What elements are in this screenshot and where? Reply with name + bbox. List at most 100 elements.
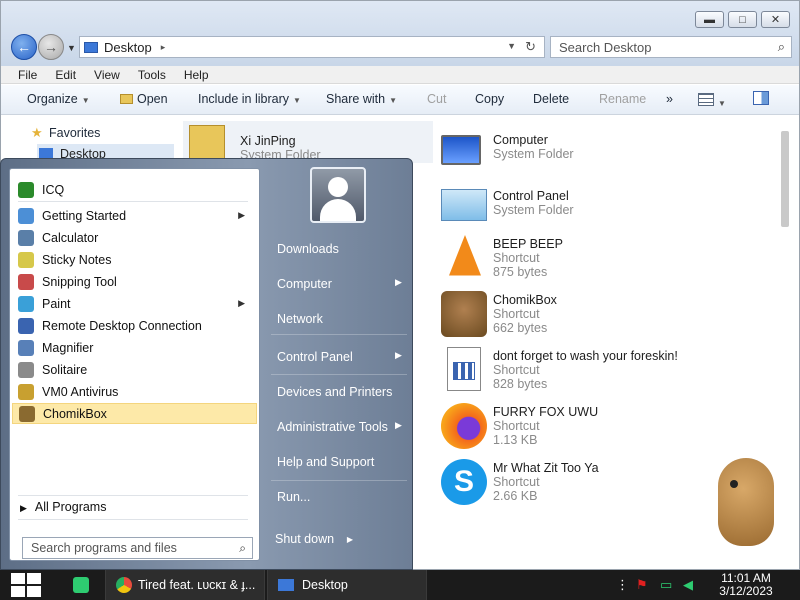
nav-favorites[interactable]: Favorites [49, 126, 100, 140]
start-item-snipping-tool[interactable]: Snipping Tool [12, 271, 257, 292]
start-search-input[interactable]: Search programs and files ⌕ [22, 537, 253, 559]
address-bar[interactable]: Desktop ▸ ▼ ↻ [79, 36, 545, 58]
all-programs-button[interactable]: ▶ All Programs [20, 500, 106, 514]
scrollbar-thumb[interactable] [781, 131, 789, 227]
search-desktop-input[interactable]: Search Desktop ⌕ [550, 36, 792, 58]
share-with-button[interactable]: Share with ▼ [326, 92, 397, 106]
start-link-label: Control Panel [277, 350, 353, 364]
menu-edit[interactable]: Edit [55, 68, 76, 82]
taskbar-explorer-window[interactable]: Desktop [267, 570, 427, 600]
start-link-downloads[interactable]: Downloads [277, 242, 339, 256]
start-item-paint[interactable]: Paint ▶ [12, 293, 257, 314]
user-avatar[interactable] [310, 167, 366, 223]
file-item-control-panel[interactable]: Control Panel System Folder [441, 187, 761, 233]
start-item-sticky-notes[interactable]: Sticky Notes [12, 249, 257, 270]
taskbar-app-label: Tired feat. ʟᴜᴄᴋɪ & ɟ... [138, 578, 256, 592]
address-location[interactable]: Desktop [104, 40, 152, 55]
start-item-remote-desktop-connection[interactable]: Remote Desktop Connection [12, 315, 257, 336]
calculator-icon [18, 229, 34, 246]
chrome-icon [116, 577, 132, 593]
start-item-solitaire[interactable]: Solitaire [12, 359, 257, 380]
divider [18, 519, 248, 520]
taskbar-chrome-window[interactable]: Tired feat. ʟᴜᴄᴋɪ & ɟ... [105, 570, 265, 600]
start-item-label: Paint [42, 296, 71, 311]
start-link-devices-and-printers[interactable]: Devices and Printers [277, 385, 392, 399]
submenu-arrow-icon[interactable]: ▶ [395, 420, 402, 431]
start-item-icq[interactable]: ICQ [12, 179, 257, 200]
file-item-chomikbox[interactable]: ChomikBox Shortcut 662 bytes [441, 291, 761, 337]
shutdown-options-arrow-icon[interactable]: ▶ [347, 535, 353, 544]
start-item-vm0-antivirus[interactable]: VM0 Antivirus [12, 381, 257, 402]
start-item-getting-started[interactable]: Getting Started ▶ [12, 205, 257, 226]
start-search-placeholder: Search programs and files [31, 541, 177, 555]
taskbar-chat-app[interactable] [62, 570, 100, 600]
open-folder-icon [120, 94, 133, 104]
chat-app-icon [73, 577, 89, 593]
back-button[interactable]: ← [11, 34, 37, 60]
start-link-run[interactable]: Run... [277, 490, 310, 504]
start-link-control-panel[interactable]: Control Panel ▶ [277, 350, 402, 364]
shutdown-button[interactable]: Shut down ▶ [267, 527, 359, 551]
submenu-arrow-icon[interactable]: ▶ [238, 210, 245, 221]
include-in-library-button[interactable]: Include in library ▼ [198, 92, 301, 106]
file-item-beep-beep[interactable]: BEEP BEEP Shortcut 875 bytes [441, 235, 761, 281]
menu-file[interactable]: File [18, 68, 37, 82]
divider [18, 495, 248, 496]
remote-desktop-icon [18, 317, 34, 334]
file-item-foreskin-reminder[interactable]: dont forget to wash your foreskin! Short… [441, 347, 771, 393]
shield-icon [18, 383, 34, 400]
start-link-network[interactable]: Network [277, 312, 323, 326]
start-item-magnifier[interactable]: Magnifier [12, 337, 257, 358]
menu-tools[interactable]: Tools [138, 68, 166, 82]
submenu-arrow-icon[interactable]: ▶ [238, 298, 245, 309]
volume-icon[interactable]: ◀ [683, 577, 693, 593]
action-center-flag-icon[interactable]: ⚑ [636, 577, 648, 593]
close-button[interactable]: ✕ [761, 11, 790, 28]
start-link-administrative-tools[interactable]: Administrative Tools ▶ [277, 420, 402, 434]
open-button[interactable]: Open [120, 92, 168, 106]
network-icon[interactable]: ▭ [660, 577, 672, 593]
cut-button[interactable]: Cut [427, 92, 446, 106]
rename-button[interactable]: Rename [599, 92, 646, 106]
menu-help[interactable]: Help [184, 68, 209, 82]
more-commands-button[interactable]: » [666, 92, 673, 106]
menu-view[interactable]: View [94, 68, 120, 82]
web-shortcut-icon [447, 347, 481, 391]
user-folder-icon [189, 125, 225, 161]
firefox-icon [441, 403, 487, 449]
organize-button[interactable]: Organize ▼ [27, 92, 90, 106]
start-button[interactable] [8, 572, 42, 598]
address-dropdown-icon[interactable]: ▼ [507, 41, 516, 51]
share-label: Share with [326, 92, 386, 106]
change-view-button[interactable]: ▼ [698, 93, 726, 109]
divider [18, 201, 248, 202]
snipping-tool-icon [18, 273, 34, 290]
address-separator-icon[interactable]: ▸ [161, 42, 166, 53]
delete-button[interactable]: Delete [533, 92, 569, 106]
submenu-arrow-icon[interactable]: ▶ [395, 350, 402, 361]
forward-button[interactable]: → [38, 34, 64, 60]
file-item-computer[interactable]: Computer System Folder [441, 131, 761, 177]
start-link-computer[interactable]: Computer ▶ [277, 277, 402, 291]
copy-button[interactable]: Copy [475, 92, 504, 106]
system-clock[interactable]: 11:01 AM 3/12/2023 [706, 572, 786, 598]
tray-overflow-icon[interactable]: ⋮ [616, 577, 629, 593]
search-icon[interactable]: ⌕ [778, 39, 785, 55]
recent-pages-dropdown[interactable]: ▼ [67, 43, 76, 53]
item-type: Shortcut [493, 251, 540, 265]
minimize-button[interactable]: ▬ [695, 11, 724, 28]
taskbar: Tired feat. ʟᴜᴄᴋɪ & ɟ... Desktop ⋮ ⚑ ▭ ◀… [0, 570, 800, 600]
preview-pane-button[interactable] [753, 91, 769, 108]
refresh-icon[interactable]: ↻ [525, 39, 536, 55]
start-item-calculator[interactable]: Calculator [12, 227, 257, 248]
start-link-label: Devices and Printers [277, 385, 393, 399]
submenu-arrow-icon[interactable]: ▶ [395, 277, 402, 288]
start-link-help-and-support[interactable]: Help and Support [277, 455, 374, 469]
file-item-xi-jinping[interactable]: Xi JinPing System Folder [183, 121, 433, 163]
search-icon[interactable]: ⌕ [239, 541, 246, 556]
maximize-button[interactable]: □ [728, 11, 757, 28]
start-item-chomikbox[interactable]: ChomikBox [12, 403, 257, 424]
file-item-furry-fox[interactable]: FURRY FOX UWU Shortcut 1.13 KB [441, 403, 761, 449]
explorer-icon [278, 579, 294, 591]
start-item-label: VM0 Antivirus [42, 384, 119, 399]
